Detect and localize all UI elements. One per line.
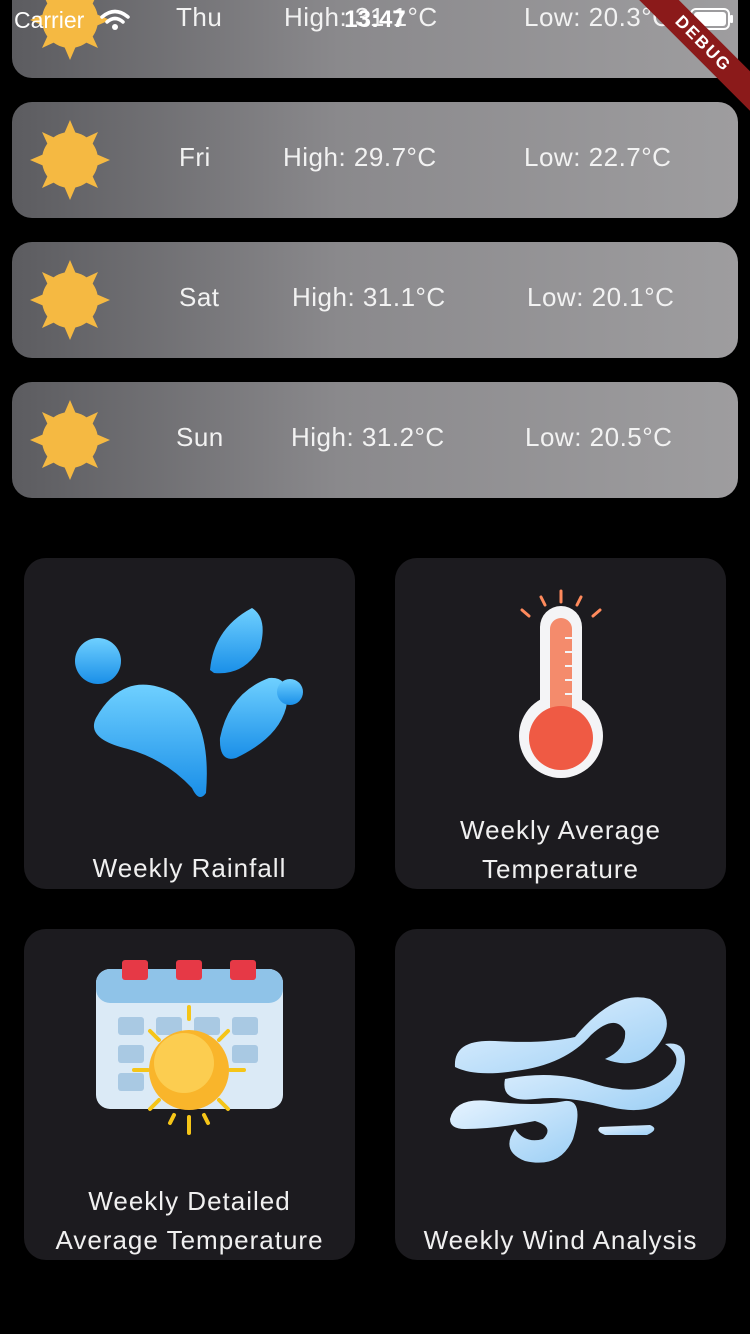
- day-name: Sun: [176, 422, 224, 452]
- calendar-sun-icon: [96, 960, 283, 1135]
- water-drops-icon: [75, 608, 303, 797]
- sun-icon: [30, 260, 110, 340]
- high-temp: High: 31.2°C: [291, 422, 445, 452]
- forecast-row-sun[interactable]: Sun High: 31.2°C Low: 20.5°C: [12, 382, 738, 498]
- weekly-rainfall-tile[interactable]: Weekly Rainfall: [24, 558, 355, 889]
- weekly-wind-analysis-tile[interactable]: Weekly Wind Analysis: [395, 929, 726, 1260]
- low-temp: Low: 20.1°C: [527, 282, 675, 312]
- tile-label: Weekly Rainfall: [92, 853, 287, 883]
- high-temp: High: 31.1°C: [292, 282, 446, 312]
- weekly-detailed-average-temperature-tile[interactable]: Weekly Detailed Average Temperature: [24, 929, 355, 1260]
- day-name: Sat: [179, 282, 220, 312]
- tile-label: Weekly Wind Analysis: [423, 1225, 698, 1255]
- thermometer-icon: [519, 589, 603, 778]
- status-time: 13:47: [344, 6, 406, 33]
- sun-icon: [30, 400, 110, 480]
- sun-icon: [30, 120, 110, 200]
- tile-label-line1: Weekly Detailed: [88, 1186, 291, 1216]
- high-temp: High: 29.7°C: [283, 142, 437, 172]
- wind-icon: [450, 997, 685, 1163]
- tile-label-line2: Temperature: [482, 854, 639, 884]
- status-bar: Carrier 13:47: [0, 0, 750, 40]
- tile-label-line2: Average Temperature: [55, 1225, 324, 1255]
- low-temp: Low: 22.7°C: [524, 142, 672, 172]
- low-temp: Low: 20.5°C: [525, 422, 673, 452]
- weekly-average-temperature-tile[interactable]: Weekly Average Temperature: [395, 558, 726, 889]
- day-name: Fri: [179, 142, 211, 172]
- forecast-row-fri[interactable]: Fri High: 29.7°C Low: 22.7°C: [12, 102, 738, 218]
- forecast-row-sat[interactable]: Sat High: 31.1°C Low: 20.1°C: [12, 242, 738, 358]
- tile-label-line1: Weekly Average: [460, 815, 661, 845]
